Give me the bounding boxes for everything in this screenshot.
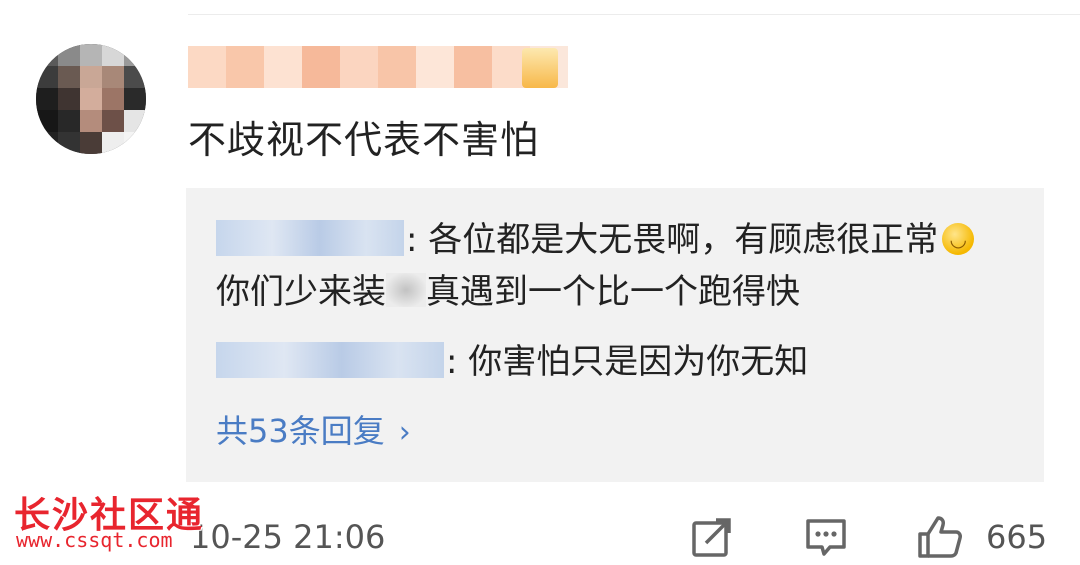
repost-button[interactable] xyxy=(690,514,734,560)
chevron-right-icon: › xyxy=(398,415,411,450)
comment-button[interactable] xyxy=(804,514,848,560)
more-replies-label: 共53条回复 xyxy=(216,412,385,450)
more-replies-link[interactable]: 共53条回复 › xyxy=(216,406,411,458)
watermark-url: www.cssqt.com xyxy=(16,528,173,552)
reply-text: 真遇到一个比一个跑得快 xyxy=(426,272,800,312)
reply-item[interactable]: : 你害怕只是因为你无知 xyxy=(216,336,1004,388)
reply-text: : 你害怕只是因为你无知 xyxy=(446,342,809,382)
like-count: 665 xyxy=(986,518,1048,556)
avatar[interactable] xyxy=(36,44,146,154)
top-divider xyxy=(188,14,1080,15)
comment-icon xyxy=(806,519,846,556)
vip-badge-icon xyxy=(522,48,558,88)
watermark: 长沙社区通 www.cssqt.com xyxy=(14,486,224,556)
redacted-smudge xyxy=(386,272,426,307)
reply-item[interactable]: : 各位都是大无畏啊，有顾虑很正常 ◡ 你们少来装 真遇到一个比一个跑得快 xyxy=(216,214,1004,318)
reply-text: : 各位都是大无畏啊，有顾虑很正常 xyxy=(406,220,939,260)
thumbs-up-icon xyxy=(918,516,962,558)
like-button[interactable]: 665 xyxy=(916,514,1047,560)
repost-icon xyxy=(692,518,731,557)
reply-author-blurred[interactable] xyxy=(216,219,404,256)
username-blurred[interactable] xyxy=(188,46,568,88)
grinning-emoji-icon: ◡ xyxy=(942,222,975,255)
reply-box[interactable]: : 各位都是大无畏啊，有顾虑很正常 ◡ 你们少来装 真遇到一个比一个跑得快 : 你害… xyxy=(186,188,1044,482)
reply-author-blurred[interactable] xyxy=(216,341,444,378)
comment-text: 不歧视不代表不害怕 xyxy=(188,118,540,162)
reply-text: 你们少来装 xyxy=(216,272,386,312)
